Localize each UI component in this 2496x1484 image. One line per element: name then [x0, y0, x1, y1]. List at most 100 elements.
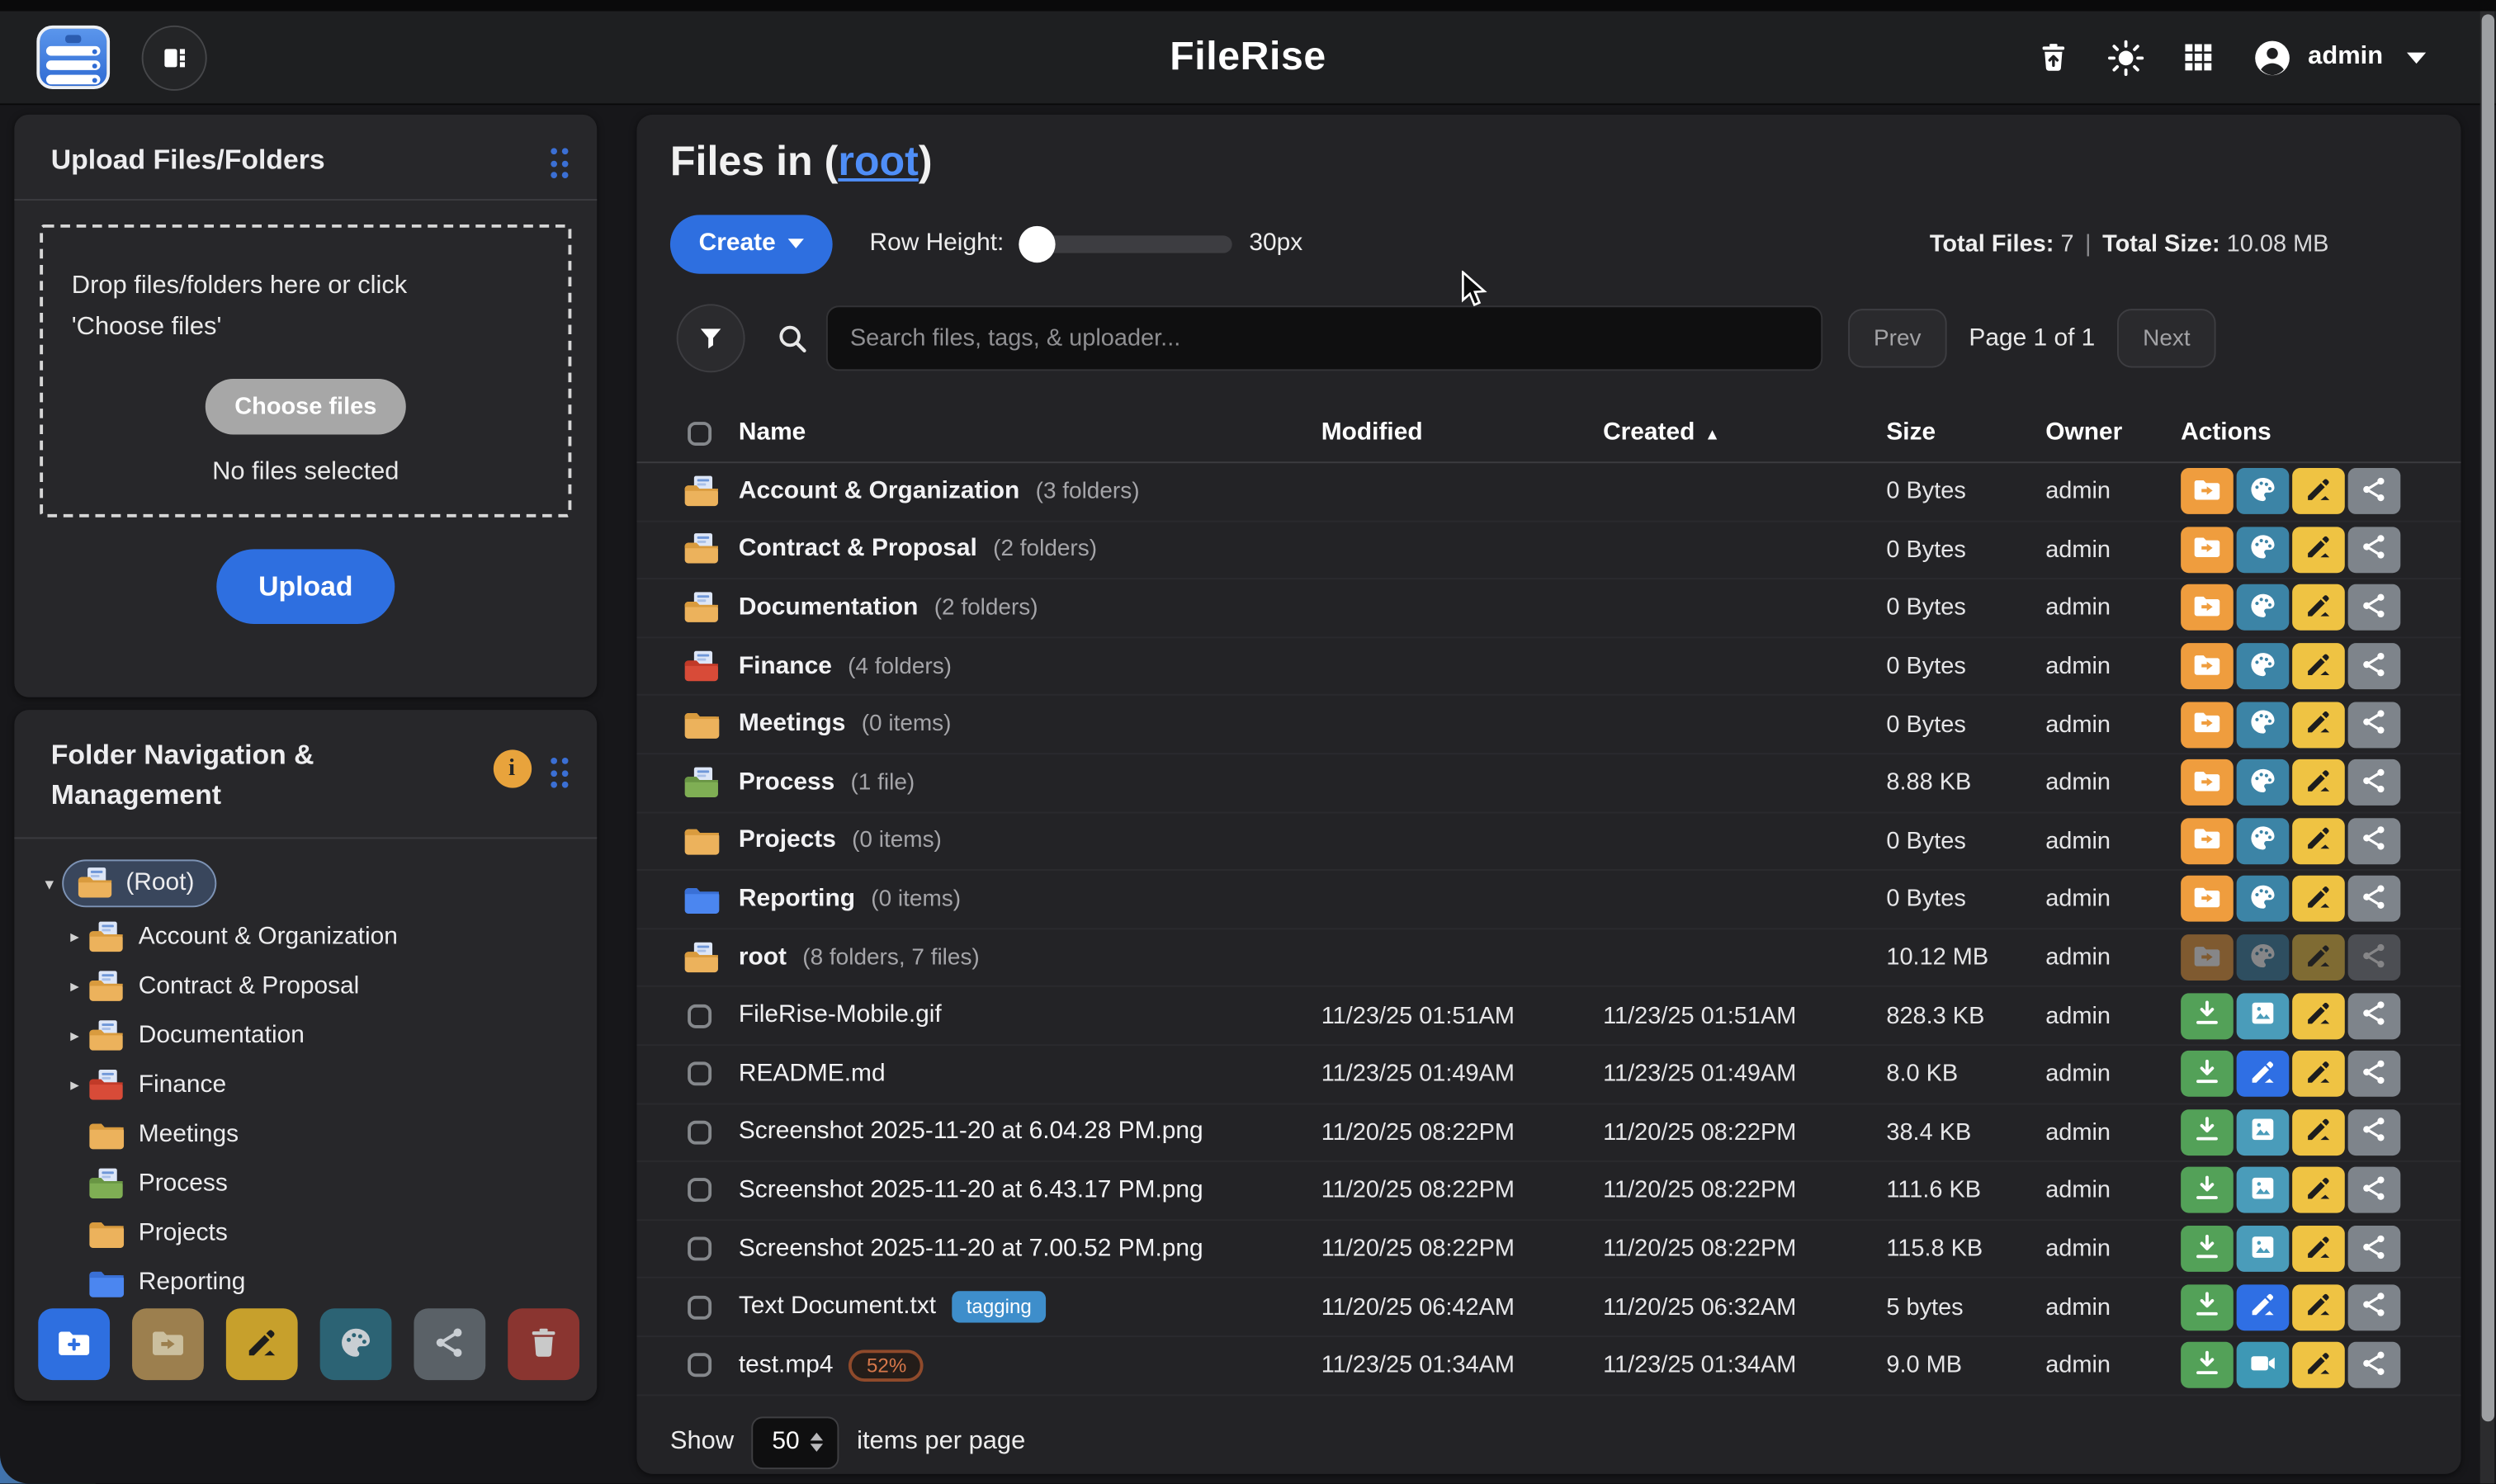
rename-button[interactable]	[2292, 759, 2345, 806]
rename-button[interactable]	[2292, 702, 2345, 748]
column-owner[interactable]: Owner	[2045, 418, 2181, 447]
preview-button[interactable]	[2237, 1167, 2290, 1213]
rename-button[interactable]	[2292, 585, 2345, 631]
upload-button[interactable]: Upload	[216, 549, 395, 624]
move-button[interactable]	[2181, 877, 2234, 923]
file-row[interactable]: Screenshot 2025-11-20 at 7.00.52 PM.png1…	[636, 1221, 2461, 1279]
column-modified[interactable]: Modified	[1321, 418, 1603, 447]
column-size[interactable]: Size	[1886, 418, 2045, 447]
rename-folder-button[interactable]	[226, 1308, 298, 1380]
share-button[interactable]	[2348, 759, 2401, 806]
color-button[interactable]	[2237, 643, 2290, 689]
folder-row[interactable]: Account & Organization(3 folders)0 Bytes…	[636, 463, 2461, 522]
share-button[interactable]	[2348, 877, 2401, 923]
play-button[interactable]	[2237, 1342, 2290, 1388]
rename-button[interactable]	[2292, 877, 2345, 923]
share-button[interactable]	[2348, 818, 2401, 864]
rename-button[interactable]	[2292, 643, 2345, 689]
item-name[interactable]: Text Document.txt	[739, 1293, 936, 1321]
move-button[interactable]	[2181, 702, 2234, 748]
item-name[interactable]: test.mp4	[739, 1351, 834, 1380]
file-row[interactable]: Screenshot 2025-11-20 at 6.43.17 PM.png1…	[636, 1162, 2461, 1221]
folder-row[interactable]: Documentation(2 folders)0 Bytesadmin	[636, 579, 2461, 638]
file-row[interactable]: Screenshot 2025-11-20 at 6.04.28 PM.png1…	[636, 1104, 2461, 1163]
item-name[interactable]: Contract & Proposal	[739, 536, 977, 565]
item-name[interactable]: Finance	[739, 652, 832, 681]
folder-row[interactable]: Process(1 file)8.88 KBadmin	[636, 754, 2461, 813]
rename-button[interactable]	[2292, 527, 2345, 573]
apps-grid-icon[interactable]	[2181, 40, 2215, 74]
folder-row[interactable]: root(8 folders, 7 files)10.12 MBadmin	[636, 929, 2461, 988]
item-name[interactable]: Process	[739, 768, 834, 797]
file-row[interactable]: Text Document.txttagging11/20/25 06:42AM…	[636, 1278, 2461, 1337]
select-all-checkbox[interactable]	[688, 421, 711, 445]
row-checkbox[interactable]	[688, 1179, 711, 1203]
edit-button[interactable]	[2237, 1284, 2290, 1330]
file-row[interactable]: FileRise-Mobile.gif11/23/25 01:51AM11/23…	[636, 987, 2461, 1046]
item-name[interactable]: Reporting	[739, 885, 855, 914]
item-name[interactable]: Screenshot 2025-11-20 at 7.00.52 PM.png	[739, 1235, 1203, 1264]
item-name[interactable]: root	[739, 943, 787, 972]
share-button[interactable]	[2348, 585, 2401, 631]
caret-collapsed-icon[interactable]: ▸	[62, 926, 87, 947]
choose-files-button[interactable]: Choose files	[206, 379, 405, 434]
trash-restore-icon[interactable]	[2035, 38, 2070, 76]
create-button[interactable]: Create	[670, 214, 833, 272]
color-button[interactable]	[2237, 469, 2290, 515]
scrollbar-thumb[interactable]	[2481, 14, 2494, 1421]
tree-item-reporting[interactable]: Reporting	[36, 1258, 581, 1307]
row-checkbox[interactable]	[688, 1237, 711, 1261]
file-row[interactable]: README.md11/23/25 01:49AM11/23/25 01:49A…	[636, 1046, 2461, 1104]
folder-row[interactable]: Finance(4 folders)0 Bytesadmin	[636, 638, 2461, 697]
share-button[interactable]	[2348, 993, 2401, 1039]
caret-expanded-icon[interactable]: ▾	[36, 873, 62, 894]
row-checkbox[interactable]	[688, 1062, 711, 1086]
root-chip[interactable]: (Root)	[62, 859, 216, 907]
row-height-slider[interactable]	[1022, 234, 1232, 252]
filter-button[interactable]	[677, 304, 745, 372]
tree-item-documentation[interactable]: ▸Documentation	[36, 1011, 581, 1061]
items-per-page-select[interactable]: 50	[751, 1415, 839, 1468]
tree-item-root[interactable]: ▾ (Root)	[36, 855, 581, 912]
delete-folder-button[interactable]	[508, 1308, 579, 1380]
share-button[interactable]	[2348, 1109, 2401, 1156]
share-button[interactable]	[2348, 1051, 2401, 1097]
column-created[interactable]: Created▲	[1603, 418, 1886, 447]
caret-collapsed-icon[interactable]: ▸	[62, 976, 87, 996]
share-button[interactable]	[2348, 1342, 2401, 1388]
download-button[interactable]	[2181, 1167, 2234, 1213]
folder-row[interactable]: Contract & Proposal(2 folders)0 Bytesadm…	[636, 522, 2461, 580]
move-button[interactable]	[2181, 759, 2234, 806]
tree-item-projects[interactable]: Projects	[36, 1208, 581, 1258]
folder-row[interactable]: Reporting(0 items)0 Bytesadmin	[636, 871, 2461, 929]
page-scrollbar[interactable]	[2480, 11, 2494, 1483]
move-button[interactable]	[2181, 818, 2234, 864]
drag-handle-icon[interactable]	[550, 758, 568, 788]
caret-collapsed-icon[interactable]: ▸	[62, 1075, 87, 1095]
rename-button[interactable]	[2292, 1226, 2345, 1272]
share-button[interactable]	[2348, 1167, 2401, 1213]
item-name[interactable]: Screenshot 2025-11-20 at 6.43.17 PM.png	[739, 1176, 1203, 1205]
move-button[interactable]	[2181, 469, 2234, 515]
move-button[interactable]	[2181, 585, 2234, 631]
color-button[interactable]	[2237, 818, 2290, 864]
search-input[interactable]	[826, 305, 1822, 371]
download-button[interactable]	[2181, 1342, 2234, 1388]
folder-row[interactable]: Projects(0 items)0 Bytesadmin	[636, 813, 2461, 872]
rename-button[interactable]	[2292, 1284, 2345, 1330]
row-checkbox[interactable]	[688, 1004, 711, 1028]
rename-button[interactable]	[2292, 818, 2345, 864]
move-button[interactable]	[2181, 643, 2234, 689]
root-link[interactable]: root	[838, 137, 918, 185]
share-button[interactable]	[2348, 1226, 2401, 1272]
share-folder-button[interactable]	[414, 1308, 485, 1380]
item-name[interactable]: FileRise-Mobile.gif	[739, 1001, 942, 1030]
filerise-logo-icon[interactable]	[36, 26, 110, 89]
tree-item-finance[interactable]: ▸Finance	[36, 1060, 581, 1109]
edit-button[interactable]	[2237, 1051, 2290, 1097]
share-button[interactable]	[2348, 469, 2401, 515]
file-dropzone[interactable]: Drop files/folders here or click 'Choose…	[40, 224, 571, 518]
info-icon[interactable]: i	[493, 749, 531, 787]
color-button[interactable]	[2237, 585, 2290, 631]
preview-button[interactable]	[2237, 1109, 2290, 1156]
